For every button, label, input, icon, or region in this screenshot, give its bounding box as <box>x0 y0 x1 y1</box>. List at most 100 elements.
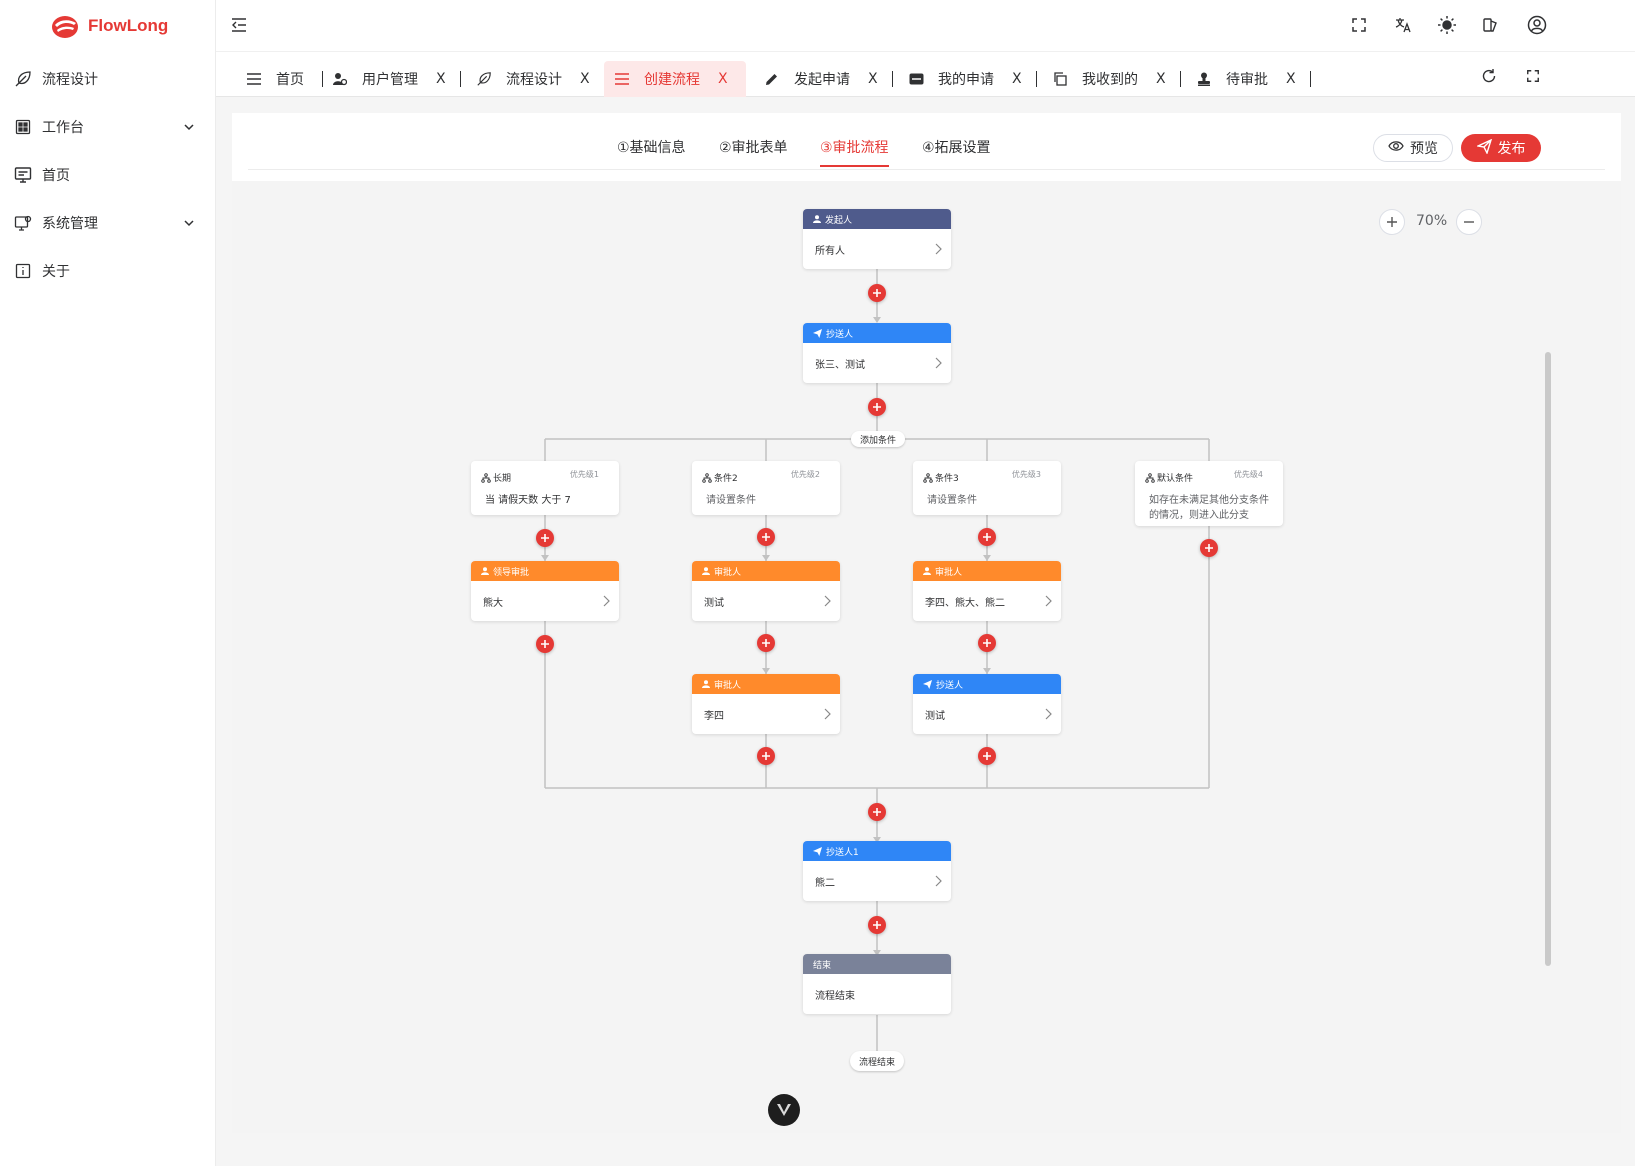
node-header: 审批人 <box>692 561 840 581</box>
sidebar-item-about[interactable]: 关于 <box>0 247 215 295</box>
node-title: 领导审批 <box>493 567 530 578</box>
tab-pending-approval[interactable]: 待审批 X <box>1186 61 1311 97</box>
condition-priority: 优先级4 <box>1233 470 1263 479</box>
tab-my-requests[interactable]: 我的申请 X <box>898 61 1037 97</box>
sidebar-item-workbench[interactable]: 工作台 <box>0 103 215 151</box>
step-basic-info[interactable]: ①基础信息 <box>617 137 686 167</box>
condition-box-default[interactable]: 默认条件 优先级4 如存在未满足其他分支条件的情况，则进入此分支 <box>1135 461 1283 526</box>
tab-received[interactable]: 我收到的 X <box>1042 61 1181 97</box>
scrollbar-thumb[interactable] <box>1545 352 1551 966</box>
tab-start-request[interactable]: 发起申请 X <box>754 61 893 97</box>
sidebar-item-home[interactable]: 首页 <box>0 151 215 199</box>
send-icon <box>1475 138 1492 158</box>
maximize-icon[interactable] <box>1523 66 1543 86</box>
add-node-button[interactable] <box>1200 539 1218 557</box>
feather-icon <box>14 70 32 88</box>
condition-box[interactable]: 条件2 优先级2 请设置条件 <box>692 461 840 515</box>
step-approval-flow[interactable]: ③审批流程 <box>820 137 889 167</box>
approver-node[interactable]: 审批人 测试 <box>692 561 840 621</box>
add-node-button[interactable] <box>978 528 996 546</box>
menu-icon <box>614 71 630 87</box>
tab-close-icon[interactable]: X <box>580 71 590 87</box>
plus-icon <box>983 533 991 541</box>
add-node-button[interactable] <box>757 528 775 546</box>
info-icon <box>14 262 32 280</box>
tab-user-management[interactable]: 用户管理 X <box>322 61 461 97</box>
user-icon <box>702 567 710 575</box>
add-node-button[interactable] <box>868 398 886 416</box>
node-content: 测试 <box>925 710 945 722</box>
sidebar-item-flow-design[interactable]: 流程设计 <box>0 55 215 103</box>
flow-editor-panel: ①基础信息 ②审批表单 ③审批流程 ④拓展设置 预览 发布 70% 发起人 所有… <box>232 113 1621 1133</box>
sidebar-item-label: 流程设计 <box>42 72 98 88</box>
condition-box[interactable]: 长期 优先级1 当 请假天数 大于 7 <box>471 461 619 515</box>
add-node-button[interactable] <box>978 747 996 765</box>
add-node-button[interactable] <box>868 803 886 821</box>
refresh-icon[interactable] <box>1479 66 1499 86</box>
tab-close-icon[interactable]: X <box>1156 71 1166 87</box>
approver-node[interactable]: 审批人 李四、熊大、熊二 <box>913 561 1061 621</box>
end-node[interactable]: 结束 流程结束 <box>803 954 951 1014</box>
tab-flow-design[interactable]: 流程设计 X <box>466 61 605 97</box>
chevron-right-icon <box>935 243 942 255</box>
add-node-button[interactable] <box>536 529 554 547</box>
user-icon[interactable] <box>1526 14 1548 36</box>
condition-priority: 优先级1 <box>569 470 599 479</box>
preview-button[interactable]: 预览 <box>1373 134 1453 162</box>
branch-icon <box>1145 472 1155 483</box>
node-body: 测试 <box>692 581 840 621</box>
cc-node[interactable]: 抄送人 测试 <box>913 674 1061 734</box>
translate-icon[interactable] <box>1392 14 1414 36</box>
app-logo[interactable]: FlowLong <box>0 0 215 52</box>
add-condition-button[interactable]: 添加条件 <box>851 431 905 447</box>
add-node-button[interactable] <box>757 747 775 765</box>
sun-icon[interactable] <box>1436 14 1458 36</box>
add-node-button[interactable] <box>868 284 886 302</box>
send-icon <box>923 679 932 689</box>
condition-body: 请设置条件 <box>706 495 756 506</box>
publish-button[interactable]: 发布 <box>1461 134 1541 162</box>
stamp-icon <box>1196 71 1212 87</box>
zoom-in-button[interactable] <box>1379 209 1405 235</box>
approver-node[interactable]: 审批人 李四 <box>692 674 840 734</box>
tab-create-flow[interactable]: 创建流程 X <box>604 61 746 97</box>
add-node-button[interactable] <box>536 635 554 653</box>
vue-devtools-icon[interactable] <box>768 1094 800 1126</box>
tab-close-icon[interactable]: X <box>1012 71 1022 87</box>
flow-canvas[interactable]: 70% 发起人 所有人 抄送人 张三、测试 添加条件 长期 优先级1 当 请假天… <box>232 181 1621 1133</box>
node-content: 张三、测试 <box>815 359 865 371</box>
condition-priority: 优先级3 <box>1011 470 1041 479</box>
add-node-button[interactable] <box>868 916 886 934</box>
tab-label: 流程设计 <box>506 72 562 88</box>
theme-icon[interactable] <box>1480 14 1502 36</box>
node-title: 结束 <box>813 960 832 971</box>
tab-close-icon[interactable]: X <box>436 71 446 87</box>
approver-node[interactable]: 领导审批 熊大 <box>471 561 619 621</box>
node-header: 结束 <box>803 954 951 974</box>
add-node-button[interactable] <box>757 634 775 652</box>
branch-icon <box>702 472 712 483</box>
step-approval-form[interactable]: ②审批表单 <box>719 137 788 167</box>
condition-priority: 优先级2 <box>790 470 820 479</box>
node-body: 所有人 <box>803 229 951 269</box>
node-header: 抄送人1 <box>803 841 951 861</box>
tab-close-icon[interactable]: X <box>1286 71 1296 87</box>
fullscreen-icon[interactable] <box>1348 14 1370 36</box>
tab-home[interactable]: 首页 <box>236 61 323 97</box>
zoom-out-button[interactable] <box>1456 209 1482 235</box>
tab-label: 我收到的 <box>1082 72 1138 88</box>
condition-box[interactable]: 条件3 优先级3 请设置条件 <box>913 461 1061 515</box>
cc-node[interactable]: 抄送人1 熊二 <box>803 841 951 901</box>
tab-close-icon[interactable]: X <box>868 71 878 87</box>
collapse-sidebar-icon[interactable] <box>230 16 248 34</box>
tab-label: 发起申请 <box>794 72 850 88</box>
add-node-button[interactable] <box>978 634 996 652</box>
sidebar-item-system[interactable]: 系统管理 <box>0 199 215 247</box>
app-name: FlowLong <box>88 16 169 35</box>
initiator-node[interactable]: 发起人 所有人 <box>803 209 951 269</box>
grid-icon <box>14 118 32 136</box>
node-body: 张三、测试 <box>803 343 951 383</box>
step-extended-settings[interactable]: ④拓展设置 <box>922 137 991 167</box>
cc-node[interactable]: 抄送人 张三、测试 <box>803 323 951 383</box>
tab-close-icon[interactable]: X <box>718 71 728 87</box>
